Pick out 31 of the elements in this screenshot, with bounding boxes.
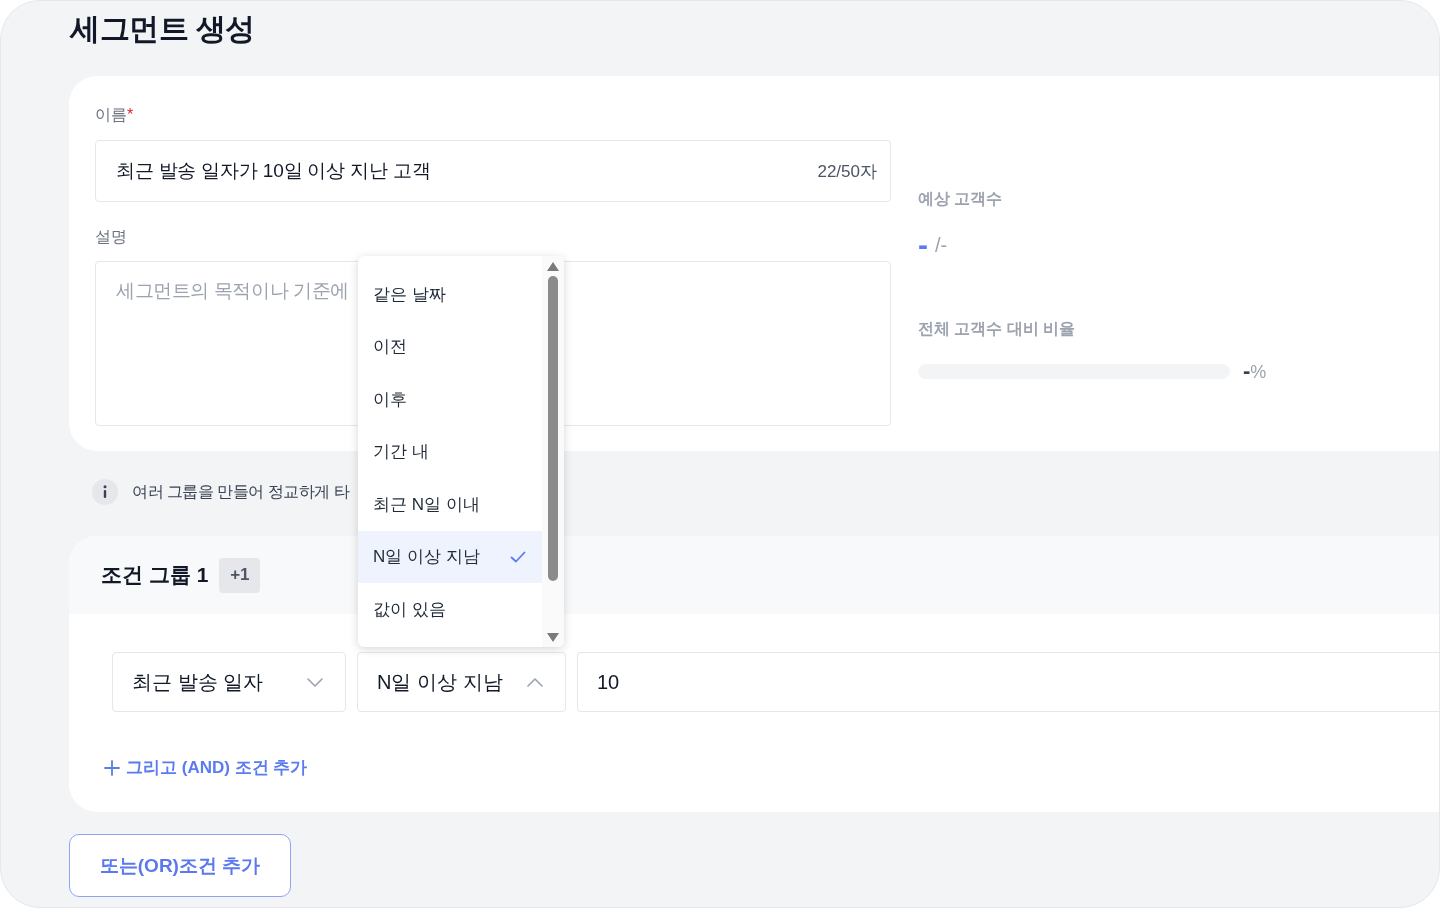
add-and-condition-link[interactable]: 그리고 (AND) 조건 추가: [104, 757, 308, 779]
check-icon: [510, 550, 526, 563]
add-or-condition-button[interactable]: 또는(OR)조건 추가: [69, 834, 291, 897]
dropdown-option[interactable]: 이후: [358, 373, 542, 426]
operator-select[interactable]: N일 이상 지남: [357, 652, 566, 712]
ratio-reading: -%: [1243, 358, 1267, 384]
plus-icon: [104, 760, 120, 776]
estimate-count: -: [918, 231, 928, 259]
field-label: 설명: [95, 227, 127, 247]
info-text: 여러 그룹을 만들어 정교하게 타: [132, 481, 350, 502]
triangle-up-icon[interactable]: [547, 262, 559, 271]
dropdown-option[interactable]: 이전: [358, 320, 542, 373]
count-badge: +1: [219, 557, 261, 593]
dropdown-option[interactable]: 기간 내: [358, 425, 542, 478]
scrollbar[interactable]: [542, 256, 564, 647]
triangle-down-icon[interactable]: [547, 633, 559, 642]
dropdown-option[interactable]: 같은 날짜: [358, 268, 542, 321]
field-select[interactable]: 최근 발송 일자: [112, 652, 346, 712]
dropdown-option[interactable]: 최근 N일 이내: [358, 478, 542, 531]
page-title: 세그먼트 생성: [70, 11, 255, 47]
estimate-total: /-: [935, 233, 948, 258]
ratio-label: 전체 고객수 대비 비율: [918, 319, 1076, 339]
estimate-label: 예상 고객수: [918, 189, 1003, 209]
value-input[interactable]: 10: [577, 652, 1439, 712]
dropdown-option[interactable]: N일 이상 지남: [358, 530, 542, 583]
field-label: 이름*: [95, 105, 134, 125]
scrollbar-thumb[interactable]: [548, 276, 558, 581]
condition-group-title: 조건 그룹 1: [101, 562, 209, 588]
info-icon: [92, 479, 118, 505]
character-counter: 22/50자: [817, 160, 877, 183]
dropdown-option[interactable]: 값이 있음: [358, 583, 542, 636]
